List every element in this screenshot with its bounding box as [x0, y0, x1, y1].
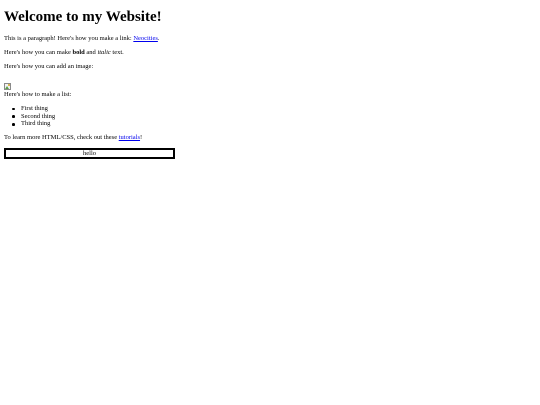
image-row	[4, 77, 536, 90]
list-item-label: Third thing	[21, 120, 51, 128]
thing-list: First thing Second thing Third thing	[4, 105, 536, 128]
hello-button[interactable]: hello	[4, 148, 175, 160]
formatting-text-end: text.	[110, 49, 124, 56]
list-item-label: First thing	[21, 105, 48, 112]
bold-text: bold	[72, 49, 85, 56]
tutorials-text-end: !	[140, 134, 143, 142]
intro-text-end: .	[157, 35, 160, 42]
bullet-icon	[12, 107, 15, 111]
tutorials-text: To learn more HTML/CSS, check out these	[4, 134, 119, 142]
list-item: First thing	[12, 105, 536, 113]
intro-paragraph: This is a paragraph! Here's how you make…	[4, 35, 536, 43]
list-item: Third thing	[12, 120, 536, 128]
broken-image-icon	[4, 83, 11, 90]
italic-text: italic	[97, 49, 111, 56]
tutorials-paragraph: To learn more HTML/CSS, check out these …	[4, 134, 536, 142]
list-item: Second thing	[12, 112, 536, 121]
image-hill	[5, 86, 9, 89]
list-intro-paragraph: Here's how to make a list:	[4, 91, 72, 98]
image-sun	[8, 84, 10, 86]
list-item-label: Second thing	[21, 112, 56, 120]
image-paragraph: Here's how you can add an image:	[4, 63, 94, 70]
neocities-link[interactable]: Neocities	[133, 35, 158, 42]
bullet-icon	[12, 122, 15, 126]
formatting-text: Here's how you can make	[4, 49, 73, 56]
formatting-text-middle: and	[84, 49, 98, 56]
tutorials-link[interactable]: tutorials	[119, 134, 140, 141]
intro-text: This is a paragraph! Here's how you make…	[4, 35, 134, 42]
page-title: Welcome to my Website!	[4, 9, 162, 25]
formatting-paragraph: Here's how you can make bold and italic …	[4, 49, 536, 57]
page-content: Welcome to my Website! This is a paragra…	[4, 0, 536, 160]
bullet-icon	[12, 115, 15, 118]
